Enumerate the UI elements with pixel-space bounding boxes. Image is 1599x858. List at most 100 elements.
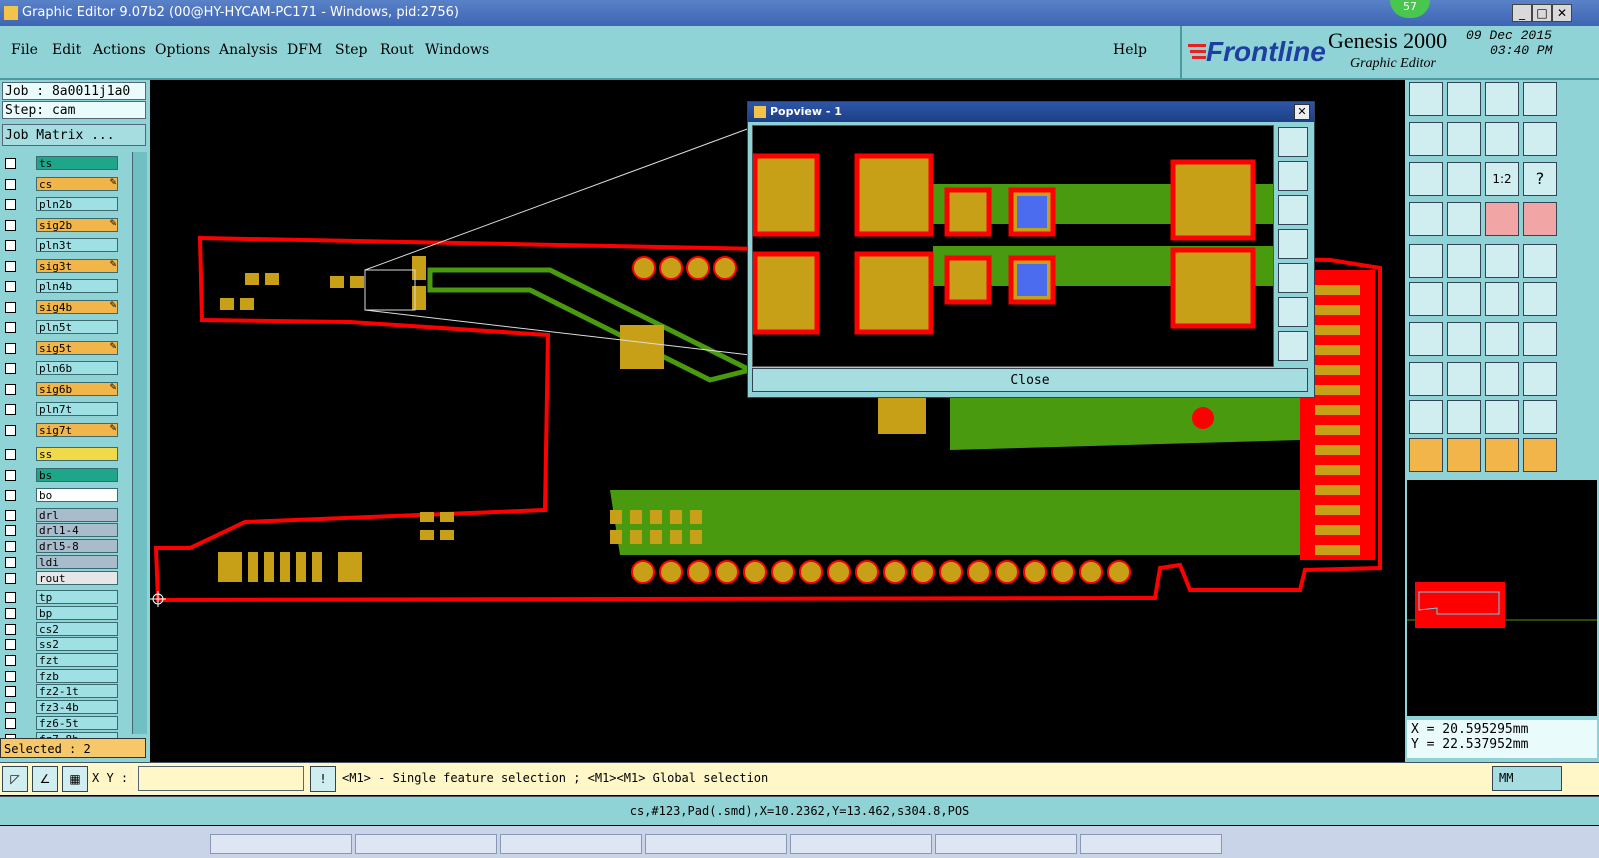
layer-name[interactable]: sig6b xyxy=(36,381,118,396)
layer-name[interactable]: cs2 xyxy=(36,621,118,636)
taskbar-item[interactable] xyxy=(1080,834,1222,854)
menu-help[interactable]: Help xyxy=(1113,42,1147,58)
layer-name[interactable]: pln3t xyxy=(36,238,118,252)
layer-name[interactable]: sig2b xyxy=(36,217,118,232)
layer-checkbox[interactable] xyxy=(5,301,16,313)
taskbar-item[interactable] xyxy=(500,834,642,854)
help-icon[interactable]: ? xyxy=(1523,162,1557,196)
layer-row-sig5t[interactable]: sig5t ✎ xyxy=(2,340,120,356)
layer-checkbox[interactable] xyxy=(5,383,16,395)
select-arrow-icon[interactable] xyxy=(1409,438,1443,472)
pan-right-icon[interactable] xyxy=(1447,122,1481,156)
layer-row-pln5t[interactable]: pln5t xyxy=(2,320,120,335)
taskbar-item[interactable] xyxy=(790,834,932,854)
measure-icon[interactable] xyxy=(1409,202,1443,236)
layer-row-cs[interactable]: cs ✎ xyxy=(2,176,120,192)
layer-checkbox[interactable] xyxy=(5,404,16,415)
polygon-cut-icon[interactable] xyxy=(1523,400,1557,434)
popview-close-icon[interactable]: ✕ xyxy=(1294,104,1310,120)
polygon-icon[interactable] xyxy=(1409,400,1443,434)
select-box-icon[interactable] xyxy=(1447,438,1481,472)
move-line-icon[interactable] xyxy=(1447,362,1481,396)
swap-icon[interactable] xyxy=(1485,122,1519,156)
snap-mode-icon[interactable]: ◸ xyxy=(2,766,28,792)
layer-checkbox[interactable] xyxy=(5,702,16,714)
layer-name[interactable]: pln4b xyxy=(36,279,118,293)
layer-checkbox[interactable] xyxy=(5,199,16,210)
menu-actions[interactable]: Actions xyxy=(93,42,146,58)
grid-mode-icon[interactable]: ▦ xyxy=(62,766,88,792)
layer-checkbox[interactable] xyxy=(5,342,16,354)
snap-icon[interactable] xyxy=(1523,122,1557,156)
layer-name[interactable]: sig5t xyxy=(36,340,118,355)
layer-row-pln3t[interactable]: pln3t xyxy=(2,238,120,253)
layer-row-fzt[interactable]: fzt xyxy=(2,653,120,668)
layer-name[interactable]: fz2-1t xyxy=(36,684,118,699)
layer-row-bo[interactable]: bo xyxy=(2,488,120,503)
menu-rout[interactable]: Rout xyxy=(380,42,414,58)
layer-row-bs[interactable]: bs xyxy=(2,467,120,483)
layer-row-sig6b[interactable]: sig6b ✎ xyxy=(2,381,120,397)
layer-row-fz2-1t[interactable]: fz2-1t xyxy=(2,684,120,699)
layer-row-pln4b[interactable]: pln4b xyxy=(2,279,120,294)
layer-name[interactable]: fz6-5t xyxy=(36,715,118,730)
layer-row-sig7t[interactable]: sig7t ✎ xyxy=(2,422,120,438)
layer-checkbox[interactable] xyxy=(5,322,16,333)
pan-left-icon[interactable] xyxy=(1409,122,1443,156)
layer-name[interactable]: drl1-4 xyxy=(36,523,118,538)
layer-checkbox[interactable] xyxy=(5,240,16,251)
layer-checkbox[interactable] xyxy=(5,623,16,635)
menu-edit[interactable]: Edit xyxy=(52,42,81,58)
layer-row-fz3-4b[interactable]: fz3-4b xyxy=(2,700,120,715)
delete-icon[interactable] xyxy=(1447,282,1481,316)
select-polygon-icon[interactable] xyxy=(1485,438,1519,472)
layer-name[interactable]: ts xyxy=(36,156,118,170)
select-net-icon[interactable] xyxy=(1523,438,1557,472)
layer-name[interactable]: rout xyxy=(36,570,118,585)
layer-name[interactable]: sig3t xyxy=(36,258,118,273)
layer-name[interactable]: drl5-8 xyxy=(36,539,118,554)
units-select[interactable]: MM xyxy=(1492,766,1562,791)
overview-minimap[interactable] xyxy=(1407,480,1597,716)
layer-name[interactable]: bs xyxy=(36,467,118,482)
taskbar-item[interactable] xyxy=(645,834,787,854)
layer-checkbox[interactable] xyxy=(5,490,16,501)
layer-checkbox[interactable] xyxy=(5,607,16,619)
popview-pan-up-icon[interactable] xyxy=(1278,161,1308,191)
layer-name[interactable]: sig4b xyxy=(36,299,118,314)
view-top-icon[interactable] xyxy=(1409,82,1443,116)
layer-checkbox[interactable] xyxy=(5,717,16,729)
layer-row-ss2[interactable]: ss2 xyxy=(2,637,120,652)
layer-name[interactable]: sig7t xyxy=(36,422,118,437)
layer-row-fzb[interactable]: fzb xyxy=(2,668,120,684)
layer-name[interactable]: pln7t xyxy=(36,402,118,416)
rotate-icon[interactable] xyxy=(1485,322,1519,356)
ruler-icon[interactable] xyxy=(1485,244,1519,278)
edit-line-icon[interactable] xyxy=(1409,322,1443,356)
layer-checkbox[interactable] xyxy=(5,509,16,521)
zoom-center-icon[interactable] xyxy=(1447,162,1481,196)
layer-checkbox[interactable] xyxy=(5,281,16,292)
popview-window[interactable]: Popview - 1 ✕ Close xyxy=(747,101,1315,398)
layer-row-drl1-4[interactable]: drl1-4 xyxy=(2,523,120,538)
layer-row-pln2b[interactable]: pln2b xyxy=(2,197,120,212)
layer-checkbox[interactable] xyxy=(5,219,16,231)
layer-name[interactable]: pln6b xyxy=(36,361,118,375)
layer-checkbox[interactable] xyxy=(5,525,16,537)
layer-name[interactable]: cs xyxy=(36,176,118,191)
add-arc-icon[interactable] xyxy=(1523,282,1557,316)
route-icon[interactable] xyxy=(1409,282,1443,316)
slant-icon[interactable] xyxy=(1447,322,1481,356)
layer-name[interactable]: pln5t xyxy=(36,320,118,334)
home-icon[interactable] xyxy=(1485,82,1519,116)
layer-row-ts[interactable]: ts xyxy=(2,156,120,171)
layer-checkbox[interactable] xyxy=(5,260,16,272)
layer-name[interactable]: pln2b xyxy=(36,197,118,211)
layer-name[interactable]: ss2 xyxy=(36,637,118,652)
close-window-button[interactable]: ✕ xyxy=(1552,4,1572,22)
layer-row-ss[interactable]: ss xyxy=(2,447,120,462)
layer-row-pln7t[interactable]: pln7t xyxy=(2,402,120,417)
connectivity-icon[interactable] xyxy=(1523,202,1557,236)
resize-icon[interactable] xyxy=(1485,362,1519,396)
layer-checkbox[interactable] xyxy=(5,469,16,481)
